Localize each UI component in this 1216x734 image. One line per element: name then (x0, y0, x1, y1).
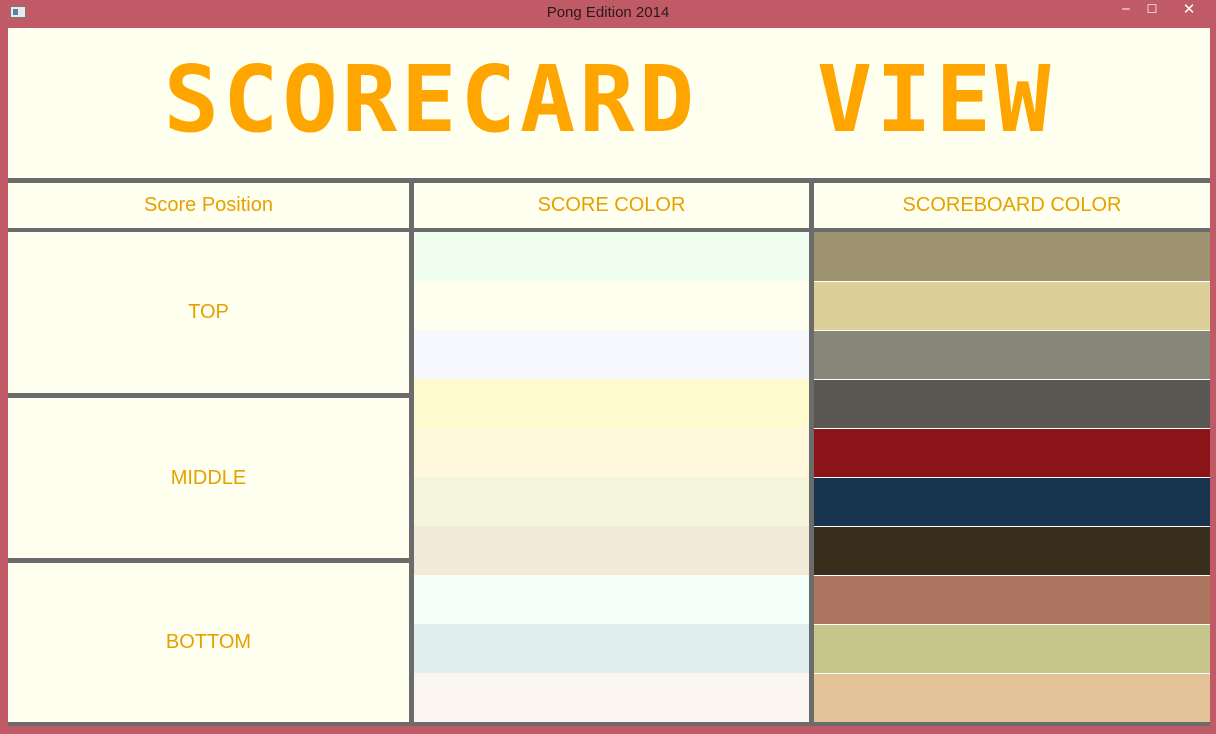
score-color-swatch-3[interactable] (414, 330, 809, 379)
position-option-bottom[interactable]: BOTTOM (8, 563, 409, 722)
scoreboard-color-swatch-7[interactable] (814, 526, 1210, 575)
scoreboard-color-swatch-8[interactable] (814, 575, 1210, 624)
score-color-swatch-6[interactable] (414, 477, 809, 526)
scoreboard-color-swatch-9[interactable] (814, 624, 1210, 673)
position-option-middle[interactable]: MIDDLE (8, 398, 409, 558)
scoreboard-color-swatch-5[interactable] (814, 428, 1210, 477)
column-header-score-color: SCORE COLOR (414, 183, 809, 228)
scoreboard-color-swatch-10[interactable] (814, 673, 1210, 722)
header-area: SCORECARD VIEW (8, 28, 1210, 179)
page-title: SCORECARD VIEW (163, 46, 1055, 153)
minimize-button[interactable]: ‒ (1113, 0, 1139, 20)
maximize-button[interactable]: ☐ (1139, 0, 1165, 20)
client-area: SCORECARD VIEW Score Position SCORE COLO… (8, 28, 1210, 726)
column-header-score-position: Score Position (8, 183, 409, 228)
scoreboard-color-swatch-3[interactable] (814, 330, 1210, 379)
title-bar[interactable]: Pong Edition 2014 ‒ ☐ ✕ (0, 0, 1216, 26)
score-color-swatch-7[interactable] (414, 526, 809, 575)
scoreboard-color-swatch-1[interactable] (814, 232, 1210, 281)
position-option-top[interactable]: TOP (8, 232, 409, 393)
scoreboard-color-swatch-2[interactable] (814, 281, 1210, 330)
bottom-border (8, 722, 1210, 726)
score-color-swatch-2[interactable] (414, 281, 809, 330)
scoreboard-color-swatch-4[interactable] (814, 379, 1210, 428)
window-title: Pong Edition 2014 (546, 4, 670, 21)
score-color-swatch-5[interactable] (414, 428, 809, 477)
score-color-swatch-10[interactable] (414, 673, 809, 722)
score-color-swatch-8[interactable] (414, 575, 809, 624)
score-color-swatch-9[interactable] (414, 624, 809, 673)
score-color-swatch-1[interactable] (414, 232, 809, 281)
close-button[interactable]: ✕ (1166, 0, 1212, 20)
scoreboard-color-swatch-6[interactable] (814, 477, 1210, 526)
score-color-swatch-4[interactable] (414, 379, 809, 428)
column-header-scoreboard-color: SCOREBOARD COLOR (814, 183, 1210, 228)
